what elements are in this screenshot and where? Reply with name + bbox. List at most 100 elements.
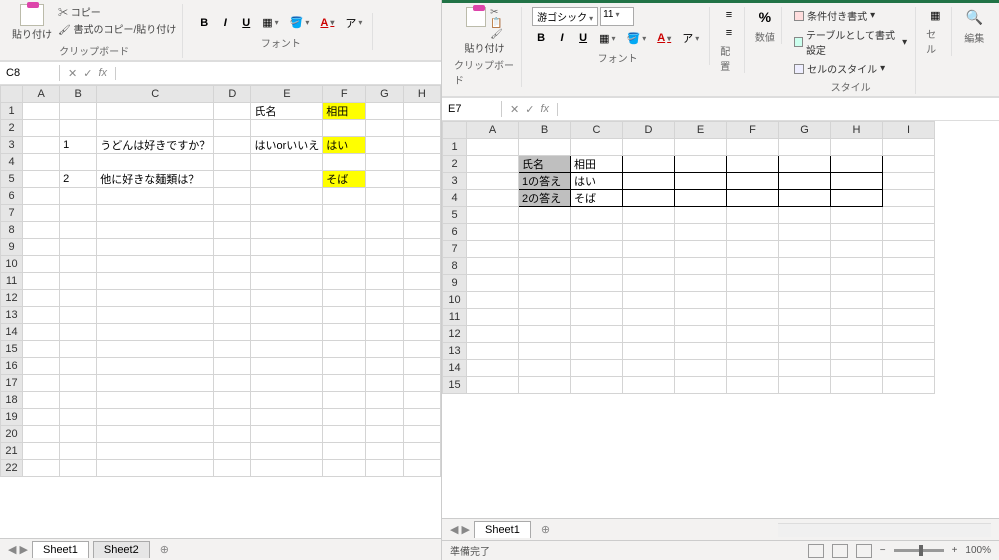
cell[interactable]	[323, 222, 366, 239]
cell[interactable]	[675, 343, 727, 360]
cell[interactable]	[97, 290, 214, 307]
cell[interactable]	[403, 460, 440, 477]
cell[interactable]	[403, 137, 440, 154]
cell[interactable]	[366, 239, 404, 256]
cell[interactable]	[675, 139, 727, 156]
cell[interactable]	[883, 241, 935, 258]
cell[interactable]	[366, 188, 404, 205]
cell[interactable]	[403, 120, 440, 137]
col-header[interactable]: E	[251, 86, 323, 103]
cell[interactable]	[467, 241, 519, 258]
cell[interactable]	[831, 224, 883, 241]
cell[interactable]	[571, 343, 623, 360]
paste-icon[interactable]	[466, 7, 486, 27]
cell[interactable]	[60, 290, 97, 307]
cell[interactable]	[323, 205, 366, 222]
cell[interactable]	[571, 207, 623, 224]
cell[interactable]	[23, 324, 60, 341]
cell[interactable]	[23, 409, 60, 426]
cell[interactable]	[214, 239, 251, 256]
cell[interactable]	[251, 171, 323, 188]
row-header[interactable]: 10	[1, 256, 23, 273]
cell[interactable]	[97, 188, 214, 205]
row-header[interactable]: 14	[1, 324, 23, 341]
cell[interactable]	[883, 258, 935, 275]
cell[interactable]	[623, 139, 675, 156]
cell[interactable]	[214, 409, 251, 426]
cell[interactable]	[366, 222, 404, 239]
cell[interactable]	[97, 341, 214, 358]
cell[interactable]	[251, 324, 323, 341]
cell[interactable]	[623, 309, 675, 326]
cell[interactable]	[23, 222, 60, 239]
cell[interactable]	[403, 222, 440, 239]
cell[interactable]	[727, 292, 779, 309]
cell[interactable]	[251, 205, 323, 222]
cell[interactable]	[727, 224, 779, 241]
cell[interactable]	[571, 241, 623, 258]
cell[interactable]: 2	[60, 171, 97, 188]
cell[interactable]	[831, 292, 883, 309]
cell[interactable]	[97, 392, 214, 409]
cell[interactable]	[403, 154, 440, 171]
zoom-level[interactable]: 100%	[965, 545, 991, 556]
cell[interactable]	[366, 154, 404, 171]
col-header[interactable]: G	[779, 122, 831, 139]
cell[interactable]	[623, 326, 675, 343]
cell[interactable]	[519, 292, 571, 309]
cell[interactable]	[727, 156, 779, 173]
add-sheet-button[interactable]: ⊕	[154, 543, 175, 556]
cell[interactable]	[60, 460, 97, 477]
cell[interactable]	[403, 341, 440, 358]
cell[interactable]	[467, 139, 519, 156]
cell[interactable]	[831, 207, 883, 224]
cell[interactable]	[214, 222, 251, 239]
cell[interactable]	[519, 241, 571, 258]
cell[interactable]	[251, 426, 323, 443]
cell[interactable]	[251, 188, 323, 205]
cell[interactable]	[23, 154, 60, 171]
cell[interactable]	[519, 343, 571, 360]
cell[interactable]	[23, 307, 60, 324]
cell[interactable]	[97, 358, 214, 375]
cell[interactable]	[883, 360, 935, 377]
cell[interactable]	[214, 120, 251, 137]
row-header[interactable]: 2	[443, 156, 467, 173]
cell[interactable]	[675, 377, 727, 394]
cell[interactable]	[403, 205, 440, 222]
phonetic-button[interactable]: ア	[341, 13, 366, 33]
cell[interactable]	[623, 275, 675, 292]
row-header[interactable]: 3	[443, 173, 467, 190]
fx-icon[interactable]: fx	[540, 103, 549, 115]
cell[interactable]	[623, 292, 675, 309]
cell[interactable]	[323, 154, 366, 171]
cell[interactable]	[623, 156, 675, 173]
cell[interactable]	[323, 307, 366, 324]
cell[interactable]	[675, 224, 727, 241]
row-header[interactable]: 21	[1, 443, 23, 460]
fill-color-button[interactable]: 🪣	[623, 28, 651, 48]
h-scrollbar[interactable]	[778, 523, 991, 537]
cell[interactable]	[467, 207, 519, 224]
col-header[interactable]: F	[323, 86, 366, 103]
cell[interactable]	[323, 290, 366, 307]
cell[interactable]	[23, 426, 60, 443]
cell[interactable]	[727, 309, 779, 326]
cell[interactable]	[403, 188, 440, 205]
row-header[interactable]: 20	[1, 426, 23, 443]
cell[interactable]	[323, 239, 366, 256]
cell[interactable]	[214, 426, 251, 443]
col-header[interactable]: C	[571, 122, 623, 139]
cell[interactable]	[519, 139, 571, 156]
cell[interactable]	[366, 137, 404, 154]
cell[interactable]	[60, 188, 97, 205]
cell[interactable]	[403, 256, 440, 273]
cell[interactable]	[23, 290, 60, 307]
cell[interactable]	[675, 309, 727, 326]
paste-button[interactable]: 貼り付け	[465, 40, 505, 55]
row-header[interactable]: 7	[1, 205, 23, 222]
cell[interactable]	[831, 241, 883, 258]
cell[interactable]	[467, 275, 519, 292]
cell[interactable]	[675, 360, 727, 377]
cell[interactable]	[883, 326, 935, 343]
